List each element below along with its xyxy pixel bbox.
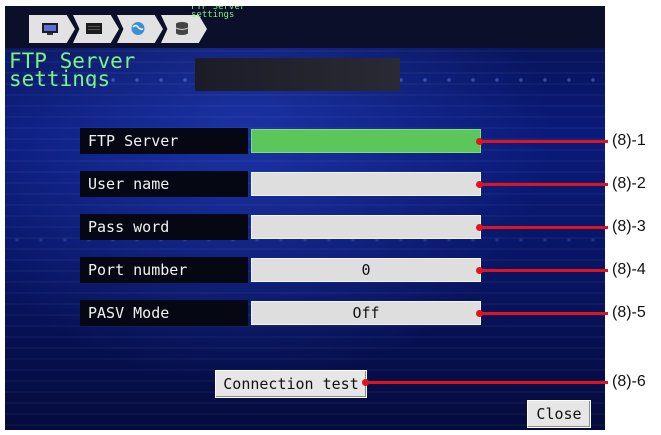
password-field[interactable] xyxy=(251,215,481,239)
ftp-server-label: FTP Server xyxy=(80,128,248,154)
breadcrumb: FTP Server settings xyxy=(5,6,605,48)
callout-8-3: (8)-3 xyxy=(612,218,646,235)
callout-line xyxy=(480,312,608,315)
callout-8-1: (8)-1 xyxy=(612,132,646,149)
password-label: Pass word xyxy=(80,214,248,240)
callout-line xyxy=(480,269,608,272)
callout-line xyxy=(480,183,608,186)
monitor-icon xyxy=(42,23,58,35)
port-number-label: Port number xyxy=(80,257,248,283)
pasv-mode-label: PASV Mode xyxy=(80,300,248,326)
callout-8-6: (8)-6 xyxy=(612,373,646,390)
breadcrumb-item-device[interactable] xyxy=(73,15,119,43)
breadcrumb-caption: FTP Server settings xyxy=(191,6,246,20)
callout-8-4: (8)-4 xyxy=(612,261,646,278)
breadcrumb-item-network[interactable] xyxy=(117,15,163,43)
callout-line xyxy=(480,226,608,229)
user-name-field[interactable] xyxy=(251,172,481,196)
callout-8-5: (8)-5 xyxy=(612,304,646,321)
port-number-field[interactable]: 0 xyxy=(251,258,481,282)
globe-icon xyxy=(131,22,145,35)
close-button[interactable]: Close xyxy=(527,400,591,428)
connection-test-button[interactable]: Connection test xyxy=(215,370,367,398)
device-icon xyxy=(86,23,102,34)
page-title: FTP Server settings xyxy=(9,52,136,88)
pasv-mode-field[interactable]: Off xyxy=(251,301,481,325)
callout-line xyxy=(480,140,608,143)
breadcrumb-item-monitor[interactable] xyxy=(29,15,75,43)
callout-line xyxy=(366,381,608,384)
callout-8-2: (8)-2 xyxy=(612,175,646,192)
database-icon xyxy=(175,22,189,35)
ftp-settings-screen: FTP Server settings FTP Server settings … xyxy=(5,6,605,430)
user-name-label: User name xyxy=(80,171,248,197)
title-panel xyxy=(195,58,400,91)
ftp-server-field[interactable] xyxy=(251,129,481,153)
